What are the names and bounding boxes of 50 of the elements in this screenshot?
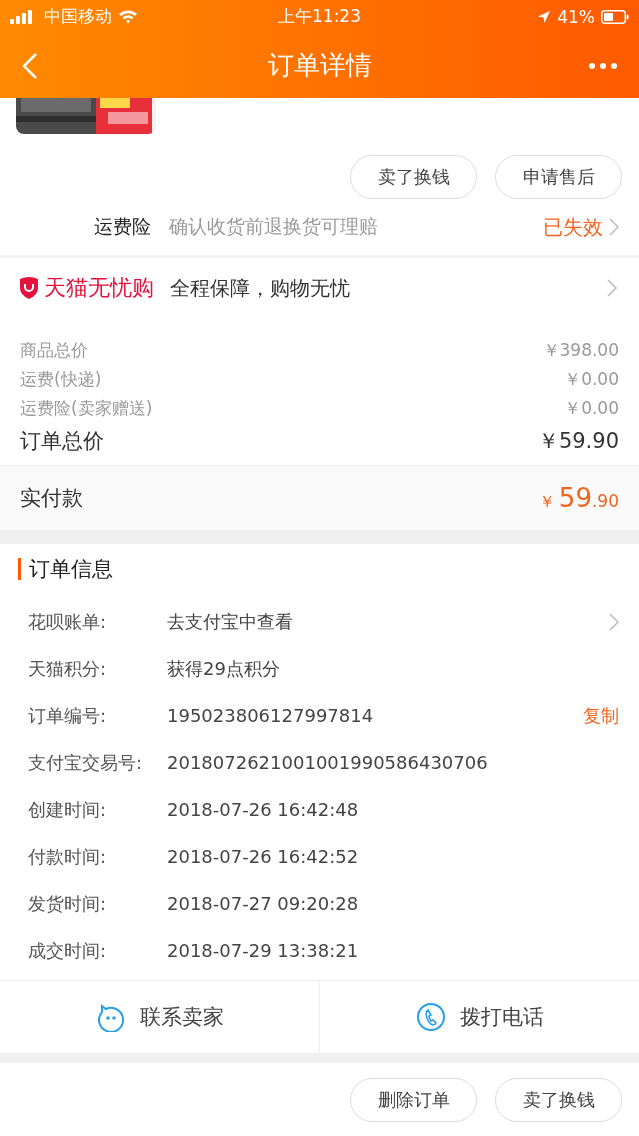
price-value: ￥398.00	[542, 339, 619, 362]
more-icon[interactable]	[589, 62, 617, 69]
battery-icon	[601, 9, 629, 24]
status-time: 上午11:23	[278, 5, 361, 28]
info-label: 订单编号:	[28, 703, 108, 728]
price-value: ￥0.00	[564, 397, 619, 420]
phone-icon	[415, 1002, 446, 1032]
info-value: 2018-07-26 16:42:52	[167, 846, 360, 867]
price-label: 运费(快递)	[20, 368, 102, 391]
back-icon[interactable]	[22, 51, 38, 80]
info-label: 支付宝交易号:	[28, 750, 144, 775]
info-value: 2018072621001001990586430706	[167, 752, 489, 773]
info-label: 天猫积分:	[28, 656, 108, 681]
battery-percent: 41%	[557, 6, 595, 27]
info-value: 获得29点积分	[167, 656, 281, 681]
location-arrow-icon	[537, 9, 552, 24]
guarantee-slogan: 全程保障，购物无忧	[170, 274, 351, 302]
guarantee-brand: 天猫无忧购	[44, 274, 154, 302]
action-button[interactable]: 卖了换钱	[350, 155, 477, 199]
info-value: 2018-07-26 16:42:48	[167, 799, 360, 820]
chat-face-icon	[95, 1002, 126, 1032]
info-value: 2018-07-29 13:38:21	[167, 940, 360, 961]
section-title: 订单信息	[18, 558, 619, 580]
total-label: 订单总价	[20, 428, 104, 455]
price-label: 运费险(卖家赠送)	[20, 397, 153, 420]
chevron-right-icon[interactable]	[609, 218, 619, 236]
info-label: 发货时间:	[28, 891, 108, 916]
info-value[interactable]: 去支付宝中查看	[167, 609, 609, 634]
chevron-right-icon[interactable]	[609, 612, 619, 631]
info-label: 付款时间:	[28, 844, 108, 869]
total-value: ￥59.90	[537, 428, 619, 455]
price-value: ￥0.00	[564, 368, 619, 391]
action-button[interactable]: 删除订单	[350, 1078, 477, 1122]
carrier-name: 中国移动	[44, 5, 112, 28]
price-label: 商品总价	[20, 339, 88, 362]
info-label: 成交时间:	[28, 938, 108, 963]
info-label: 花呗账单:	[28, 609, 108, 634]
chevron-right-icon[interactable]	[607, 279, 617, 297]
action-button[interactable]: 卖了换钱	[495, 1078, 622, 1122]
insurance-label: 运费险	[94, 214, 151, 239]
shield-icon	[18, 276, 40, 300]
info-value: 195023806127997814	[167, 705, 375, 726]
insurance-description: 确认收货前退换货可理赔	[169, 214, 379, 239]
page-title: 订单详情	[267, 49, 372, 82]
info-value: 2018-07-27 09:20:28	[167, 893, 360, 914]
paid-label: 实付款	[20, 485, 83, 512]
action-button[interactable]: 申请售后	[495, 155, 622, 199]
paid-amount: ￥59.90	[538, 483, 619, 513]
info-label: 创建时间:	[28, 797, 108, 822]
wifi-icon	[118, 9, 138, 24]
